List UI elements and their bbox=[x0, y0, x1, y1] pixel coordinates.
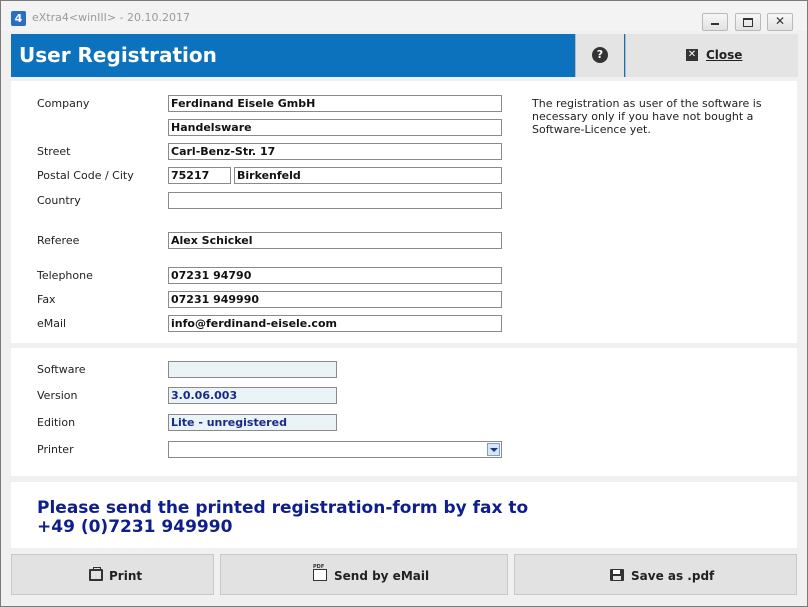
print-button[interactable]: Print bbox=[11, 554, 214, 595]
fax-field[interactable]: 07231 949990 bbox=[168, 291, 502, 308]
printer-icon bbox=[89, 567, 103, 581]
telephone-field[interactable]: 07231 94790 bbox=[168, 267, 502, 284]
chevron-down-icon[interactable] bbox=[487, 443, 500, 456]
telephone-label: Telephone bbox=[37, 269, 93, 282]
company-field-2[interactable]: Handelsware bbox=[168, 119, 502, 136]
edition-label: Edition bbox=[37, 416, 76, 429]
fax-label: Fax bbox=[37, 293, 56, 306]
version-label: Version bbox=[37, 389, 78, 402]
window-close-button[interactable]: ✕ bbox=[767, 13, 793, 31]
printer-label: Printer bbox=[37, 443, 74, 456]
postal-code-field[interactable]: 75217 bbox=[168, 167, 231, 184]
print-button-label: Print bbox=[109, 569, 143, 583]
edition-field: Lite - unregistered bbox=[168, 414, 337, 431]
maximize-icon bbox=[743, 18, 753, 27]
send-email-button-label: Send by eMail bbox=[334, 569, 430, 583]
software-field bbox=[168, 361, 337, 378]
email-label: eMail bbox=[37, 317, 67, 330]
printer-select[interactable] bbox=[168, 441, 502, 458]
registration-window: 4 eXtra4<winIII> - 20.10.2017 ✕ User Reg… bbox=[0, 0, 808, 607]
city-field[interactable]: Birkenfeld bbox=[234, 167, 502, 184]
question-circle-icon: ? bbox=[592, 47, 608, 63]
postal-city-label: Postal Code / City bbox=[37, 169, 134, 182]
software-panel: Software Version 3.0.06.003 Edition Lite… bbox=[11, 348, 797, 476]
fax-instruction: Please send the printed registration-for… bbox=[37, 498, 529, 537]
page-title: User Registration bbox=[19, 43, 217, 67]
country-label: Country bbox=[37, 194, 81, 207]
version-field: 3.0.06.003 bbox=[168, 387, 337, 404]
street-label: Street bbox=[37, 145, 71, 158]
referee-label: Referee bbox=[37, 234, 80, 247]
country-field[interactable] bbox=[168, 192, 502, 209]
header-bar: User Registration ? ✕ Close bbox=[11, 34, 798, 77]
close-button[interactable]: ✕ Close bbox=[625, 34, 798, 77]
minimize-button[interactable] bbox=[702, 13, 728, 31]
close-x-icon: ✕ bbox=[775, 14, 786, 28]
save-pdf-button-label: Save as .pdf bbox=[631, 569, 715, 583]
company-label: Company bbox=[37, 97, 90, 110]
send-email-button[interactable]: Send by eMail bbox=[220, 554, 508, 595]
minimize-icon bbox=[711, 23, 719, 25]
referee-field[interactable]: Alex Schickel bbox=[168, 232, 502, 249]
save-disk-icon bbox=[610, 569, 624, 581]
pdf-mail-icon bbox=[313, 564, 327, 581]
title-bar: 4 eXtra4<winIII> - 20.10.2017 ✕ bbox=[1, 1, 807, 31]
close-box-icon: ✕ bbox=[686, 49, 698, 61]
help-button[interactable]: ? bbox=[575, 34, 624, 77]
maximize-button[interactable] bbox=[735, 13, 761, 31]
message-panel: Please send the printed registration-for… bbox=[11, 482, 797, 548]
close-button-label: Close bbox=[706, 48, 743, 62]
app-icon: 4 bbox=[11, 11, 26, 26]
registration-note: The registration as user of the software… bbox=[532, 97, 762, 136]
window-title: eXtra4<winIII> - 20.10.2017 bbox=[32, 11, 191, 24]
address-panel: Company Ferdinand Eisele GmbH Handelswar… bbox=[11, 81, 797, 343]
software-label: Software bbox=[37, 363, 86, 376]
company-field-1[interactable]: Ferdinand Eisele GmbH bbox=[168, 95, 502, 112]
save-pdf-button[interactable]: Save as .pdf bbox=[514, 554, 797, 595]
street-field[interactable]: Carl-Benz-Str. 17 bbox=[168, 143, 502, 160]
email-field[interactable]: info@ferdinand-eisele.com bbox=[168, 315, 502, 332]
